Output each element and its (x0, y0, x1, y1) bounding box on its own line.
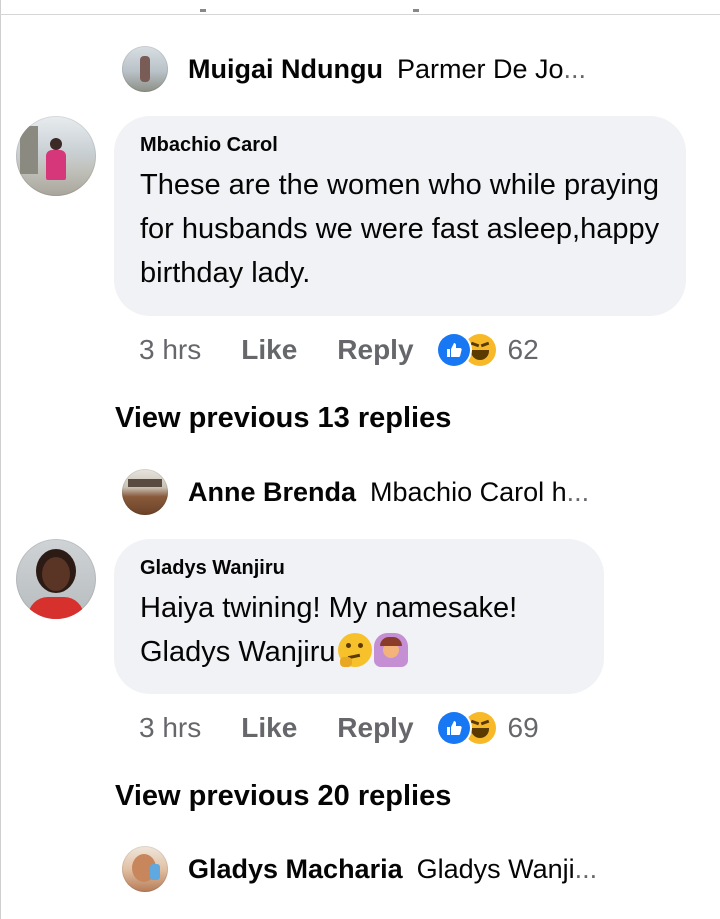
reply-preview-row[interactable]: Gladys Macharia Gladys Wanji... (122, 846, 597, 892)
divider-tick (200, 9, 206, 12)
reply-preview-text[interactable]: Parmer De Jo (397, 54, 564, 85)
comment-text: Haiya twining! My namesake! Gladys Wanji… (140, 586, 578, 674)
ellipsis: ... (574, 853, 598, 884)
top-divider (0, 0, 720, 15)
view-previous-replies-link[interactable]: View previous 13 replies (115, 402, 451, 435)
reply-preview-row[interactable]: Muigai Ndungu Parmer De Jo... (122, 46, 586, 92)
like-button[interactable]: Like (241, 334, 297, 366)
ellipsis: ... (563, 53, 587, 84)
reply-author-name[interactable]: Muigai Ndungu (188, 54, 383, 85)
reply-preview-text[interactable]: Mbachio Carol h (370, 477, 567, 508)
comment-text: These are the women who while praying fo… (140, 169, 660, 289)
comment-bubble[interactable]: Mbachio Carol These are the women who wh… (114, 116, 686, 316)
avatar[interactable] (122, 846, 168, 892)
thinking-face-emoji (337, 633, 372, 667)
comment-text-line-with-emoji: Gladys Wanjiru (140, 630, 578, 674)
reply-preview-text[interactable]: Gladys Wanji (417, 854, 575, 885)
avatar[interactable] (122, 46, 168, 92)
avatar[interactable] (16, 539, 96, 619)
reply-button[interactable]: Reply (337, 334, 413, 366)
reaction-count: 69 (507, 712, 539, 743)
comment-text-line: Haiya twining! My namesake! (140, 592, 518, 624)
divider-tick (413, 9, 419, 12)
reaction-count: 62 (507, 334, 539, 365)
reply-preview-row[interactable]: Anne Brenda Mbachio Carol h... (122, 469, 589, 515)
reactions-summary[interactable]: 62 (437, 334, 539, 366)
comment-author-name[interactable]: Gladys Wanjiru (140, 557, 578, 580)
left-border (0, 0, 1, 919)
comment-text-line: Gladys Wanjiru (140, 636, 336, 668)
comment-timestamp[interactable]: 3 hrs (139, 712, 201, 744)
person-gesturing-ok-emoji (373, 633, 408, 667)
comment-author-name[interactable]: Mbachio Carol (140, 134, 660, 157)
comment-bubble[interactable]: Gladys Wanjiru Haiya twining! My namesak… (114, 539, 604, 694)
like-button[interactable]: Like (241, 712, 297, 744)
like-icon (437, 712, 470, 744)
like-icon (437, 334, 470, 366)
comment-timestamp[interactable]: 3 hrs (139, 334, 201, 366)
comment-actions: 3 hrs Like Reply 69 (139, 712, 539, 744)
ellipsis: ... (566, 476, 590, 507)
reactions-summary[interactable]: 69 (437, 712, 539, 744)
reply-button[interactable]: Reply (337, 712, 413, 744)
reply-author-name[interactable]: Gladys Macharia (188, 854, 403, 885)
comment-actions: 3 hrs Like Reply 62 (139, 334, 539, 366)
avatar[interactable] (16, 116, 96, 196)
reply-author-name[interactable]: Anne Brenda (188, 477, 356, 508)
view-previous-replies-link[interactable]: View previous 20 replies (115, 780, 451, 813)
avatar[interactable] (122, 469, 168, 515)
